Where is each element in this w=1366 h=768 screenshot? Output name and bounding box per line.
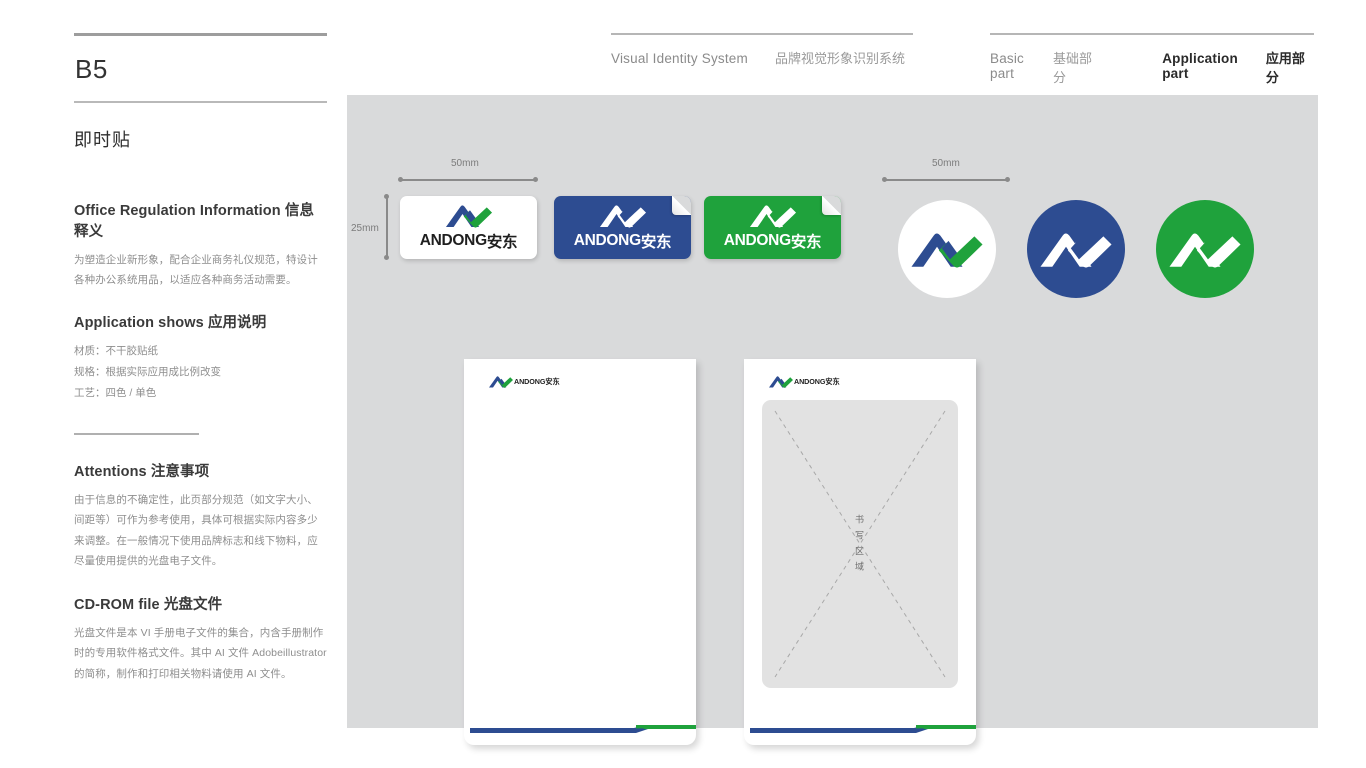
section-heading-cn: 应用说明 (207, 315, 267, 332)
artwork-canvas: 50mm 25mm 50mm ANDONG 安东 ANDONG 安东 ANDON… (347, 95, 1318, 745)
wordmark-han: 安东 (640, 234, 672, 251)
section-heading-en: Application shows (74, 315, 204, 332)
sidebar-divider (74, 433, 199, 435)
header-group-parts: Basic part 基础部分 Application part 应用部分 (990, 33, 1314, 86)
notepad-logo: ANDONG 安东 (768, 375, 840, 388)
sticker-blue[interactable]: ANDONG 安东 (554, 196, 691, 259)
section-application-shows: Application shows 应用说明 材质：不干胶贴纸 规格：根据实际应… (74, 311, 327, 404)
vi-manual-page: Visual Identity System 品牌视觉形象识别系统 Basic … (0, 0, 1366, 768)
spec-line: 工艺：四色 / 单色 (74, 387, 157, 400)
notepad-wordmark-han: 安东 (825, 376, 840, 386)
sticker-wordmark: ANDONG 安东 (574, 230, 672, 252)
header-vis-en: Visual Identity System (611, 51, 748, 66)
section-heading-en: Office Regulation Information (74, 202, 281, 219)
dimension-endpoint-dot (398, 177, 403, 182)
dimension-label: 25mm (351, 223, 379, 234)
dimension-line (400, 179, 537, 181)
section-office-regulation: Office Regulation Information 信息释义 为塑造企业… (74, 199, 327, 291)
section-heading: Attentions 注意事项 (74, 460, 327, 481)
write-area[interactable]: 书 写 区 域 (762, 400, 958, 688)
andong-logo-icon (749, 205, 796, 228)
sticker-wordmark: ANDONG 安东 (420, 230, 518, 252)
sticker-wordmark: ANDONG 安东 (724, 230, 822, 252)
header-rule-right (990, 33, 1314, 35)
section-heading: Office Regulation Information 信息释义 (74, 199, 327, 241)
section-spec-list: 材质：不干胶贴纸 规格：根据实际应用成比例改变 工艺：四色 / 单色 (74, 341, 327, 404)
andong-logo-icon (1169, 233, 1241, 268)
andong-logo-icon (769, 376, 793, 388)
wordmark-han: 安东 (486, 234, 518, 251)
section-body: 由于信息的不确定性，此页部分规范（如文字大小、间距等）可作为参考使用，具体可根据… (74, 493, 318, 568)
nav-application-part-en[interactable]: Application part (1162, 51, 1260, 81)
section-heading: Application shows 应用说明 (74, 311, 327, 332)
badge-circle-green[interactable] (1156, 200, 1254, 298)
notepad-plain[interactable]: ANDONG 安东 (464, 359, 696, 745)
sidebar: B5 即时贴 Office Regulation Information 信息释… (74, 33, 327, 684)
header-rule-left (611, 33, 913, 35)
write-area-char: 区 (854, 546, 866, 556)
andong-logo-icon (489, 376, 513, 388)
section-body: 光盘文件是本 VI 手册电子文件的集合，内含手册制作时的专用软件格式文件。其中 … (74, 626, 327, 680)
nav-basic-part-en[interactable]: Basic part (990, 51, 1047, 81)
header-vis-cn: 品牌视觉形象识别系统 (774, 51, 905, 66)
section-heading-cn: 光盘文件 (163, 596, 223, 613)
andong-logo-icon (599, 205, 646, 228)
notepad-wordmark-han: 安东 (545, 376, 560, 386)
sticker-white[interactable]: ANDONG 安东 (400, 196, 537, 259)
header-group-vis: Visual Identity System 品牌视觉形象识别系统 (611, 33, 913, 67)
section-heading-cn: 注意事项 (150, 463, 210, 480)
write-area-label: 书 写 区 域 (855, 513, 865, 576)
wordmark-latin: ANDONG (419, 232, 487, 249)
spec-line: 规格：根据实际应用成比例改变 (74, 366, 221, 379)
dimension-label: 50mm (932, 158, 960, 169)
section-cdrom-file: CD-ROM file 光盘文件 光盘文件是本 VI 手册电子文件的集合，内含手… (74, 593, 327, 684)
spec-line: 材质：不干胶贴纸 (74, 345, 158, 358)
notepad-with-write-area[interactable]: ANDONG 安东 书 写 区 域 (744, 359, 976, 745)
page-code: B5 (75, 54, 108, 84)
section-heading: CD-ROM file 光盘文件 (74, 593, 327, 614)
write-area-char: 域 (854, 561, 866, 572)
sidebar-rule-top (74, 33, 327, 36)
dimension-endpoint-dot (1005, 177, 1010, 182)
sidebar-rule-sub (74, 101, 327, 103)
notepad-footer-bar (470, 725, 696, 733)
badge-circle-blue[interactable] (1027, 200, 1125, 298)
notepad-logo: ANDONG 安东 (488, 375, 560, 388)
andong-logo-icon (911, 233, 983, 268)
page-title: 即时贴 (74, 129, 131, 150)
dimension-endpoint-dot (882, 177, 887, 182)
write-area-char: 写 (854, 530, 866, 541)
dimension-line (884, 179, 1009, 181)
sticker-green[interactable]: ANDONG 安东 (704, 196, 841, 259)
dimension-line (386, 196, 388, 259)
wordmark-latin: ANDONG (723, 232, 791, 249)
dimension-endpoint-dot (533, 177, 538, 182)
nav-basic-part-cn[interactable]: 基础部分 (1053, 48, 1101, 86)
section-heading-en: CD-ROM file (74, 596, 160, 613)
andong-logo-icon (1040, 233, 1112, 268)
nav-application-part-cn[interactable]: 应用部分 (1266, 48, 1314, 86)
notepad-footer-bar (750, 725, 976, 733)
wordmark-han: 安东 (790, 234, 822, 251)
andong-logo-icon (445, 205, 492, 228)
dimension-endpoint-dot (384, 255, 389, 260)
notepad-wordmark-latin: ANDONG (514, 377, 546, 386)
section-body: 为塑造企业新形象，配合企业商务礼仪规范，特设计各种办公系统用品，以适应各种商务活… (74, 253, 318, 286)
dimension-label: 50mm (451, 158, 479, 169)
wordmark-latin: ANDONG (573, 232, 641, 249)
section-heading-en: Attentions (74, 463, 147, 480)
dimension-endpoint-dot (384, 194, 389, 199)
notepad-wordmark-latin: ANDONG (794, 377, 826, 386)
section-attentions: Attentions 注意事项 由于信息的不确定性，此页部分规范（如文字大小、间… (74, 460, 327, 572)
badge-circle-white[interactable] (898, 200, 996, 298)
write-area-char: 书 (854, 514, 866, 525)
